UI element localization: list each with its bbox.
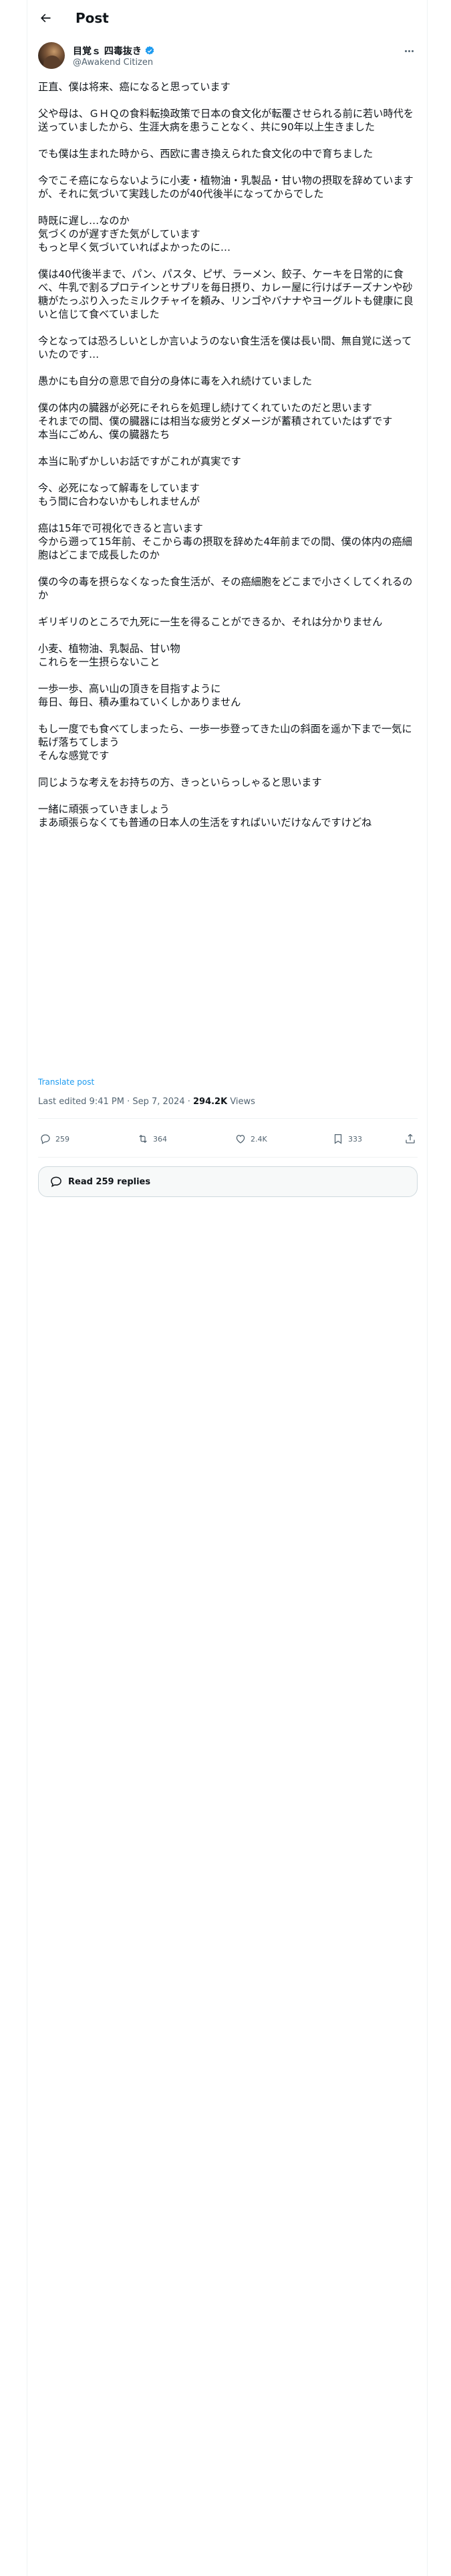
- like-icon: [236, 1135, 245, 1144]
- page-header: Post: [27, 0, 428, 35]
- divider: [38, 1157, 418, 1158]
- post-meta: Last edited 9:41 PM · Sep 7, 2024 · 294.…: [38, 1097, 255, 1107]
- like-count: 2.4K: [251, 1134, 267, 1144]
- author-name-line[interactable]: 目覚ｓ 四毒抜き: [73, 44, 155, 58]
- back-button[interactable]: [35, 8, 55, 28]
- back-arrow-icon: [41, 13, 51, 23]
- read-replies-button[interactable]: Read 259 replies: [38, 1166, 418, 1197]
- reply-count: 259: [55, 1134, 69, 1144]
- author-handle[interactable]: @Awakend Citizen: [73, 58, 153, 68]
- repost-count: 364: [153, 1134, 167, 1144]
- translate-post-link[interactable]: Translate post: [38, 1077, 94, 1087]
- share-icon: [406, 1134, 415, 1144]
- avatar[interactable]: [38, 42, 65, 69]
- read-replies-label: Read 259 replies: [68, 1176, 151, 1187]
- post-author: 目覚ｓ 四毒抜き @Awakend Citizen: [38, 41, 418, 72]
- repost-icon: [139, 1134, 147, 1144]
- post-timestamp[interactable]: Last edited 9:41 PM · Sep 7, 2024 ·: [38, 1097, 193, 1107]
- bookmark-button[interactable]: 333: [332, 1133, 362, 1145]
- repost-button[interactable]: 364: [137, 1133, 167, 1145]
- divider: [38, 1118, 418, 1119]
- author-name[interactable]: 目覚ｓ 四毒抜き: [73, 44, 142, 58]
- bookmark-icon: [334, 1134, 342, 1144]
- share-button[interactable]: [404, 1133, 416, 1145]
- bookmark-count: 333: [348, 1134, 362, 1144]
- reply-button[interactable]: 259: [39, 1133, 69, 1145]
- action-bar: 259 364 2.4K 333: [38, 1126, 418, 1156]
- timeline-column: Post 目覚ｓ 四毒抜き @Awakend Citizen 正直、僕は将来、癌…: [27, 0, 428, 2576]
- views-count[interactable]: 294.2K: [193, 1097, 227, 1107]
- more-button[interactable]: [400, 44, 418, 58]
- post-text: 正直、僕は将来、癌になると思っています 父や母は、ＧＨＱの食料転換政策で日本の食…: [38, 81, 414, 829]
- reply-icon: [41, 1134, 50, 1144]
- like-button[interactable]: 2.4K: [235, 1133, 267, 1145]
- page-title: Post: [76, 10, 109, 26]
- speech-bubble-icon: [51, 1176, 61, 1188]
- verified-badge-icon: [145, 46, 154, 55]
- views-label: Views: [227, 1097, 255, 1107]
- more-icon: [404, 49, 414, 52]
